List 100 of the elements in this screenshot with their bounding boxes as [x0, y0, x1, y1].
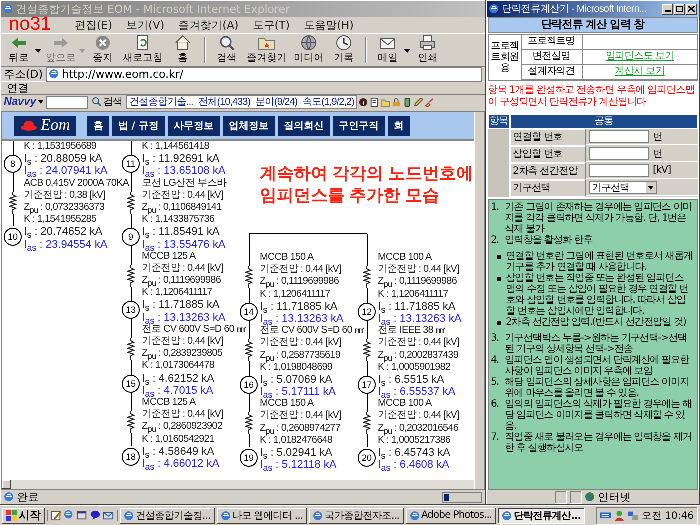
window-title: 단락전류계산기 - Microsoft Intern... [502, 3, 648, 16]
toolbar-button[interactable]: 인쇄 [412, 34, 444, 66]
forward-arrow-icon [52, 35, 70, 51]
taskbar-button[interactable]: 단락전류계산... [498, 508, 585, 524]
list-number: 2. [491, 235, 500, 246]
input-field[interactable] [589, 130, 649, 143]
pen-icon[interactable] [414, 98, 424, 106]
notice-text: 항목 1개를 완성하고 전송하면 우측에 임피던스맵이 구성되면서 단락전류가 계산됩니다 [488, 85, 696, 109]
toolbar-button[interactable]: 기록 [328, 34, 360, 66]
nav-tab[interactable]: 구인구직 [332, 116, 385, 136]
pen-icon[interactable] [51, 510, 62, 521]
vertical-scrollbar[interactable] [474, 112, 484, 489]
windows-flag-icon [6, 510, 17, 521]
dropdown-arrow-icon[interactable] [38, 99, 44, 105]
lock-icon[interactable] [392, 98, 402, 106]
nav-tab[interactable]: 사무정보 [168, 116, 220, 136]
parameter-text: Z$_{pu}$ : 0,2002837439 [378, 350, 458, 362]
parameter-text: Z$_{pu}$ : 0,2032016546 [378, 422, 458, 435]
parameter-text: 전로 CV 600V S=D 60 ㎟ [260, 325, 364, 338]
menu-item[interactable]: 보기(V) [126, 18, 165, 32]
toolbar-button[interactable]: 뒤로 [3, 34, 35, 66]
annotation-text: no31 [9, 17, 52, 33]
phone-icon[interactable] [403, 98, 412, 106]
toolbar-button[interactable]: 미디어 [291, 34, 327, 66]
link[interactable]: 계산서 보기 [615, 66, 665, 77]
current-text: I$_{s}$ : 20.88059 kA [24, 153, 103, 166]
taskbar-button[interactable]: 건설종합기술정... [120, 508, 215, 524]
field-label: 삽입할 번호 [510, 146, 586, 163]
parameter-text: 모선 LG산전 부스바 [142, 178, 226, 190]
info-icon[interactable] [359, 98, 368, 106]
hat-icon [20, 119, 38, 132]
nav-tab[interactable]: 홈 [87, 116, 110, 136]
globe-icon [300, 35, 318, 51]
taskbar-button[interactable]: Adobe Photos... [406, 508, 496, 524]
taskbar-button[interactable]: 나모 웹에디터 ... [216, 508, 307, 524]
input-field[interactable] [589, 164, 649, 177]
parameter-text: K : 1,0005217386 [378, 434, 451, 447]
toolbar-button[interactable]: 홈 [167, 34, 199, 66]
table-cell: 프로젝트명 [521, 35, 583, 50]
toolbar-button[interactable]: 즐겨찾기 [244, 34, 290, 66]
nav-tab[interactable]: 질의회신 [278, 116, 330, 136]
nav-tab[interactable]: 법 / 규정 [112, 116, 165, 136]
links-label: 연결 [7, 80, 29, 96]
nav-tab[interactable]: 회 [388, 116, 410, 136]
network-icon[interactable] [628, 510, 639, 521]
parameter-text: K : 1,0198048699 [260, 362, 333, 374]
parameter-text: Z$_{pu}$ : 0,1119699986 [260, 276, 339, 289]
parameter-text: K : 1,1206411117 [142, 287, 212, 300]
chat-bubble-icon[interactable] [90, 510, 101, 521]
bullet-icon [497, 255, 501, 259]
node-circle: 9 [122, 228, 140, 246]
search-field[interactable] [46, 96, 88, 108]
browser-icon[interactable] [64, 510, 75, 521]
toolbar-button[interactable]: 중지 [87, 34, 119, 66]
minimize-button[interactable] [662, 4, 673, 14]
link[interactable]: 임피던스도 보기 [606, 51, 674, 62]
parameter-text: K : 1,1541955285 [24, 214, 97, 226]
nav-tab[interactable]: 업체정보 [222, 116, 275, 136]
menu-item[interactable]: 도구(T) [252, 18, 290, 32]
keyboard-icon[interactable] [600, 510, 611, 521]
node-circle: 20 [358, 449, 376, 467]
info-text: 속도(1,9/2,2) [302, 96, 354, 109]
mail-icon[interactable] [103, 510, 114, 521]
parameter-text: K : 1,144561418 [142, 141, 210, 154]
back-arrow-icon [10, 35, 28, 51]
toolbar-brand[interactable]: Navvy [4, 96, 36, 108]
input-field[interactable] [589, 147, 649, 160]
toolbar-button[interactable]: 새로고침 [120, 34, 166, 66]
select-field[interactable]: 기구선택 [589, 181, 657, 194]
dropdown-arrow-icon[interactable] [404, 46, 411, 54]
address-label: 주소(D) [4, 66, 44, 82]
horizontal-scrollbar[interactable] [2, 479, 474, 489]
toolbar-button[interactable]: 검색 [211, 34, 243, 66]
menu-item[interactable]: 편집(E) [75, 18, 113, 32]
maximize-button[interactable] [674, 4, 685, 14]
current-text: I$_{as}$ : 5.12118 kA [260, 459, 337, 472]
current-text: I$_{s}$ : 4.58649 kA [142, 446, 214, 458]
site-logo[interactable]: Eom [14, 116, 76, 136]
parameter-text: K : 1,0005901982 [378, 362, 451, 374]
search-button[interactable]: 검색 [90, 95, 124, 109]
dropdown-arrow-icon[interactable] [35, 46, 42, 54]
user-icon[interactable] [614, 510, 625, 521]
brush-icon[interactable] [425, 98, 434, 106]
column-header: 공통 [510, 114, 698, 129]
menu-item[interactable]: 즐겨찾기(A) [178, 18, 239, 32]
current-text: I$_{as}$ : 4.7015 kA [142, 384, 214, 397]
close-button[interactable] [686, 4, 697, 14]
menu-item[interactable]: 도움말(H) [304, 18, 354, 32]
toolbar-button[interactable]: 메일 [372, 34, 404, 66]
parameter-text: 기준전압 : 0,44 [kV] [378, 264, 460, 276]
document-icon[interactable] [370, 98, 380, 106]
node-circle: 10 [4, 228, 22, 246]
taskbar-button[interactable]: 국가종합전자조... [308, 508, 404, 524]
start-button[interactable]: 시작 [2, 508, 45, 524]
browser-icon [489, 4, 499, 14]
parameter-text: MCCB 125 A [142, 250, 196, 263]
node-circle: 15 [122, 374, 140, 393]
address-field[interactable]: http://www.eom.co.kr/ [46, 66, 482, 82]
window-icon[interactable] [77, 510, 88, 521]
field-label: 연결할 번호 [510, 129, 586, 146]
